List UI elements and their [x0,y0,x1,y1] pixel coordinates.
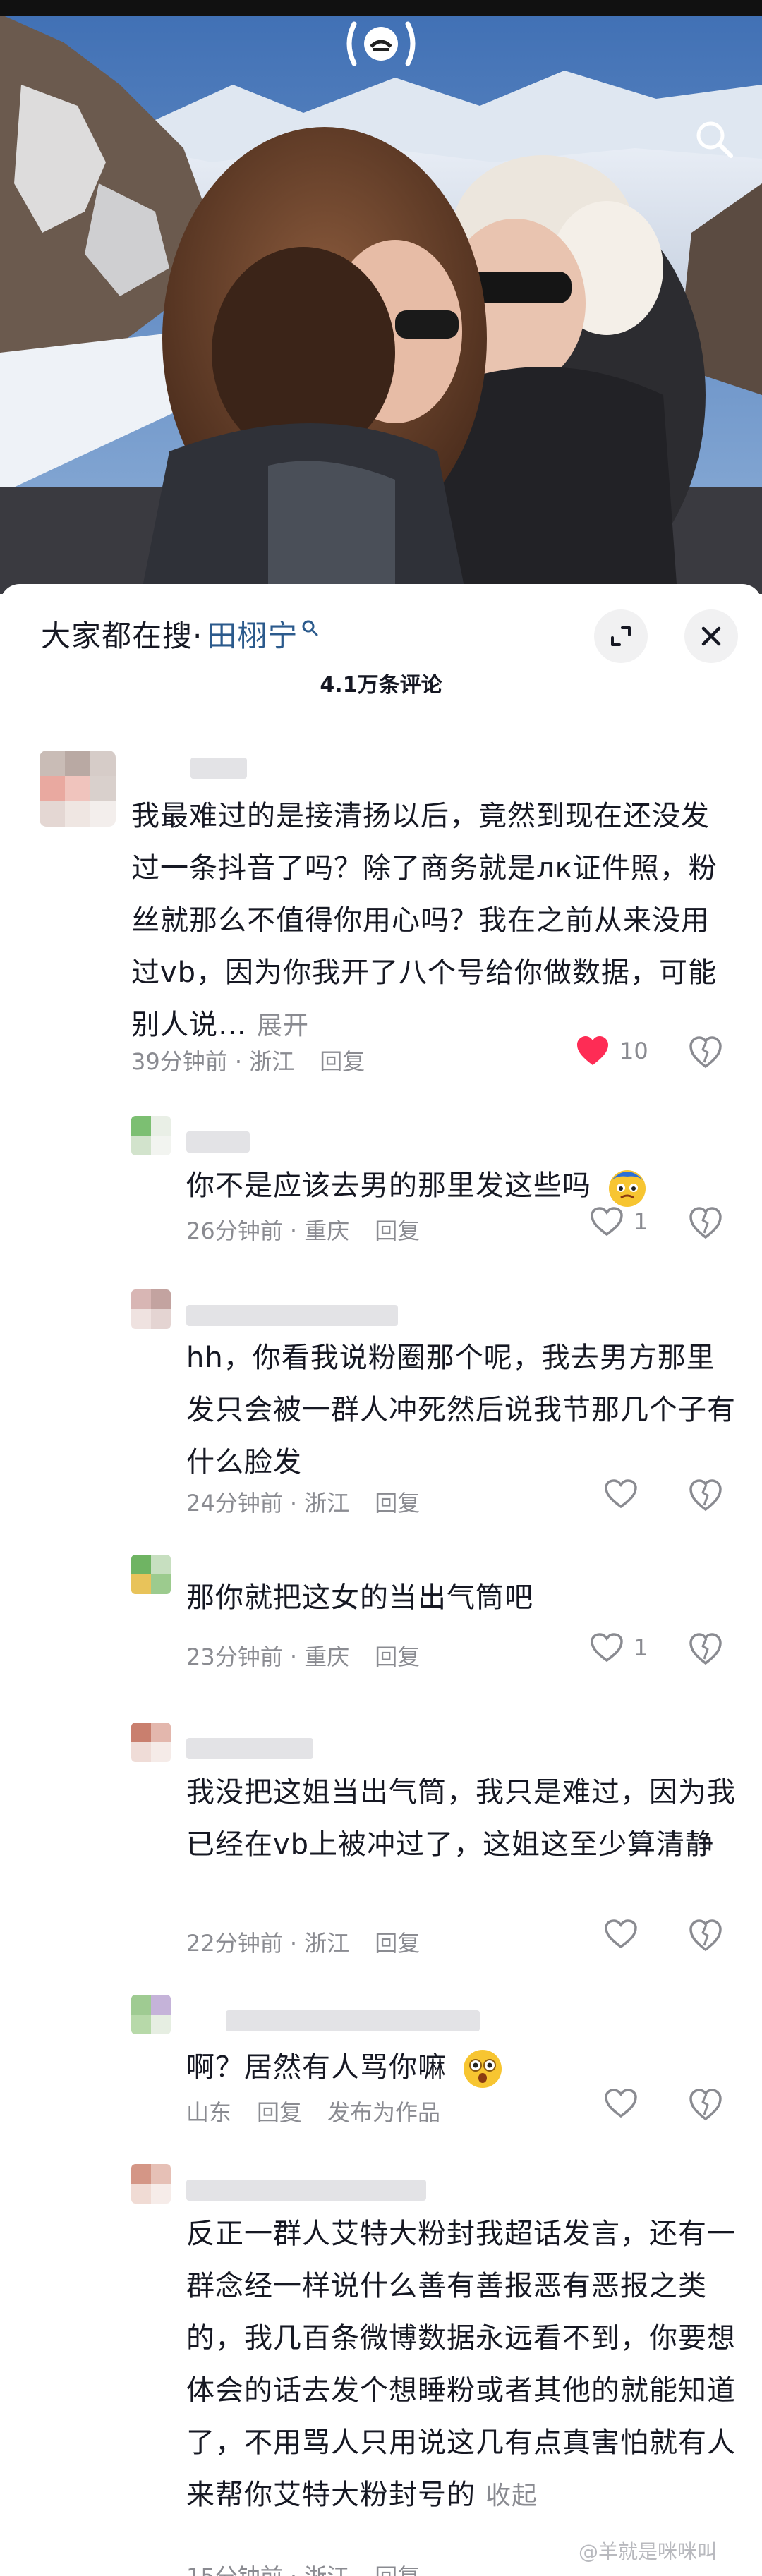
expand-icon [611,626,631,646]
username-blurred[interactable] [226,2010,480,2031]
comment-time: 22分钟前 · 浙江 [186,1930,350,1957]
heart-outline-icon [591,1207,623,1237]
comment-text: 啊？居然有人骂你嘛 [186,2041,737,2094]
reply-button[interactable]: 回复 [375,2559,420,2576]
username-blurred[interactable] [186,1305,398,1326]
dislike-icon[interactable] [689,1035,722,1069]
comment-meta: 23分钟前 · 重庆 回复 [186,1639,420,1672]
dislike-icon[interactable] [689,2088,722,2122]
close-icon [701,626,721,646]
search-icon[interactable] [691,116,737,162]
like-button[interactable] [604,1919,648,1950]
status-bar [0,0,762,16]
username-blurred[interactable] [186,1738,313,1759]
username-blurred[interactable] [186,2180,426,2201]
comment-text: 那你就把这女的当出气筒吧 [186,1581,533,1614]
like-count: 10 [619,1038,648,1064]
avatar[interactable] [40,751,116,827]
dislike-icon[interactable] [689,1632,722,1666]
comment-meta: 24分钟前 · 浙江 回复 [186,1486,420,1518]
dislike-icon[interactable] [689,1919,722,1952]
comment-meta: 26分钟前 · 重庆 回复 [186,1213,420,1246]
comment-meta: 15分钟前 · 浙江 回复 [186,2559,420,2576]
like-count: 1 [634,1208,648,1235]
like-button[interactable] [604,2088,648,2119]
comment-item: 我最难过的是接清扬以后，竟然到现在还没发过一条抖音了吗？除了商务就是лк证件照，… [0,751,762,1041]
heart-outline-icon [605,1479,637,1509]
like-button[interactable]: 1 [590,1206,648,1237]
comment-text: hh，你看我说粉圈那个呢，我去男方那里发只会被一群人冲死然后说我节那几个子有什么… [186,1342,736,1478]
collapse-link[interactable]: 收起 [485,2481,538,2510]
crying-emoji-icon [608,1170,646,1207]
avatar[interactable] [131,1289,171,1329]
comment-meta: 39分钟前 · 浙江 回复 [131,1044,365,1076]
comment-text: 我没把这姐当出气筒，我只是难过，因为我已经在vb上被冲过了，这姐这至少算清静 [186,1776,736,1861]
comment-time: 15分钟前 · 浙江 [186,2559,349,2576]
reply-button[interactable]: 回复 [375,1639,420,1672]
heart-outline-icon [605,1919,637,1949]
like-button[interactable] [604,1478,648,1509]
like-button[interactable]: 1 [590,1632,648,1663]
dislike-icon[interactable] [689,1206,722,1240]
heart-filled-icon [577,1036,608,1065]
reply-button[interactable]: 回复 [375,1213,420,1246]
heart-outline-icon [605,2089,637,2118]
like-button[interactable]: 10 [576,1035,648,1067]
username-blurred[interactable] [190,758,247,779]
tiktok-logo-icon [346,21,416,66]
comment-text: 我最难过的是接清扬以后，竟然到现在还没发过一条抖音了吗？除了商务就是лк证件照，… [131,800,718,1041]
avatar[interactable] [131,1116,171,1155]
comment-text: 反正一群人艾特大粉封我超话发言，还有一群念经一样说什么善有善报恶有恶报之类的，我… [186,2218,736,2511]
expand-button[interactable] [594,609,648,663]
comment-sheet: 大家都在搜· 田栩宁 4.1万条评论 我最难过的是接清扬以后，竟然到现在还没发过… [0,584,762,2576]
surprised-emoji-icon [463,2050,502,2088]
avatar[interactable] [131,1995,171,2034]
reply-button[interactable]: 回复 [375,1926,420,1958]
expand-link[interactable]: 展开 [257,1011,309,1040]
selfie-photo [0,0,762,594]
reply-button[interactable]: 回复 [257,2095,302,2127]
avatar[interactable] [131,1723,171,1762]
search-suggestion-keyword[interactable]: 田栩宁 [207,612,298,655]
comment-time: 39分钟前 · 浙江 [131,1048,295,1075]
avatar[interactable] [131,2164,171,2204]
dislike-icon[interactable] [689,1478,722,1512]
reply-button[interactable]: 回复 [375,1486,420,1518]
search-suggestion-prefix: 大家都在搜· [41,618,203,653]
close-button[interactable] [684,609,738,663]
comment-time: 26分钟前 · 重庆 [186,1217,350,1244]
comment-location: 山东 [186,2099,232,2126]
like-count: 1 [634,1634,648,1661]
search-suggestion[interactable]: 大家都在搜· 田栩宁 [41,614,319,653]
comment-time: 23分钟前 · 重庆 [186,1644,350,1670]
watermark: @羊就是咪咪叫 [579,2540,718,2563]
comment-meta: 山东 回复 发布为作品 [186,2095,440,2127]
comment-count: 4.1万条评论 [320,673,442,698]
comment-text: 你不是应该去男的那里发这些吗 [186,1160,737,1212]
avatar[interactable] [131,1555,171,1594]
comment-time: 24分钟前 · 浙江 [186,1490,350,1517]
reply-button[interactable]: 回复 [320,1044,365,1076]
username-blurred[interactable] [186,1131,250,1153]
heart-outline-icon [591,1633,623,1663]
hero-photo [0,0,762,594]
comment-meta: 22分钟前 · 浙江 回复 [186,1926,420,1958]
publish-as-work-button[interactable]: 发布为作品 [327,2095,440,2127]
search-icon [302,620,318,636]
